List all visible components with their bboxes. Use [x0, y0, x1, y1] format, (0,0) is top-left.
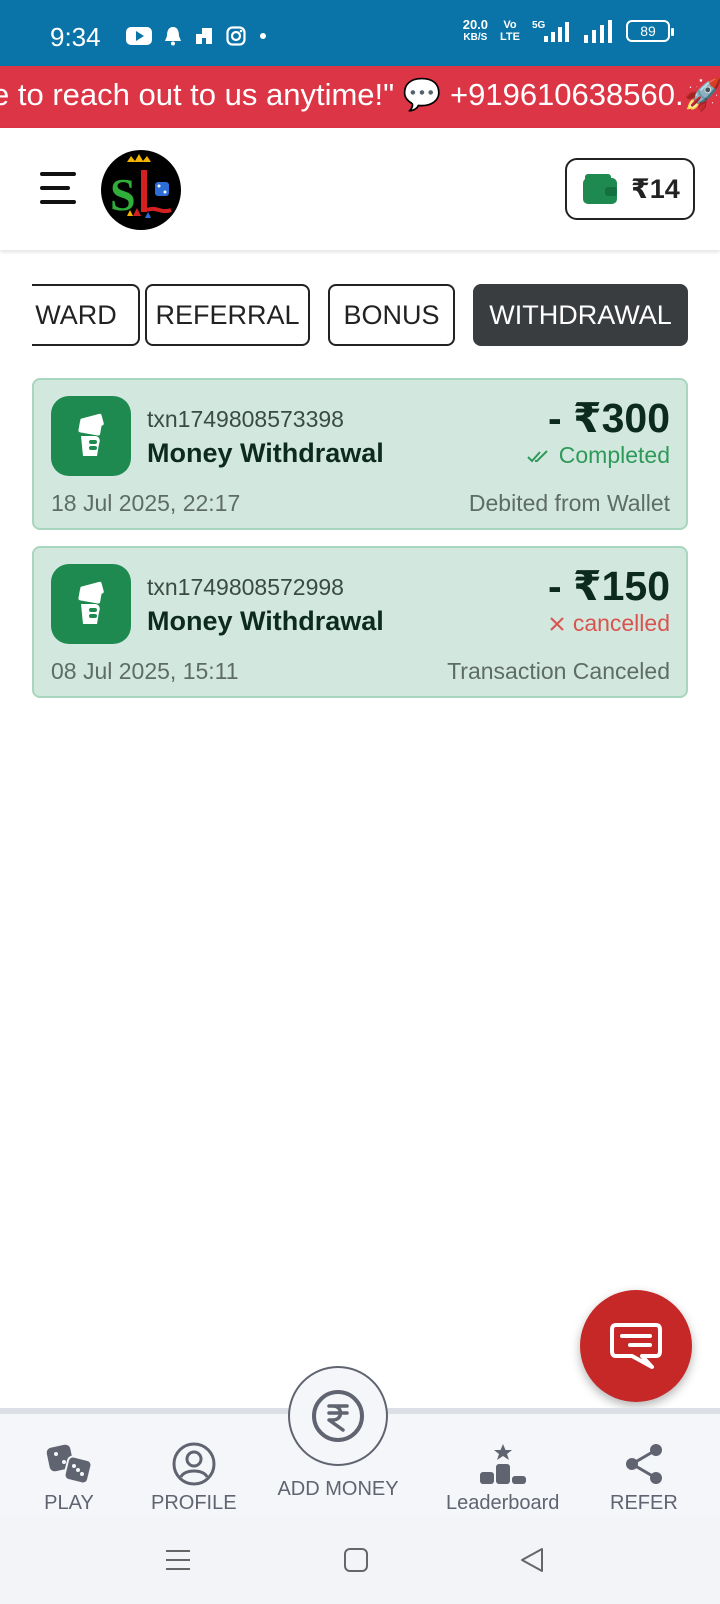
svg-text:5G: 5G: [532, 20, 546, 31]
nav-profile-label: PROFILE: [151, 1492, 237, 1514]
dice-icon: [46, 1444, 93, 1485]
transaction-status: Completed: [527, 442, 670, 469]
app-notification-icon: [196, 28, 212, 44]
transaction-date: 18 Jul 2025, 22:17: [51, 490, 241, 516]
nav-play[interactable]: PLAY: [44, 1442, 94, 1515]
status-label: cancelled: [572, 610, 670, 636]
chat-support-button[interactable]: [580, 1290, 692, 1402]
menu-line: [40, 186, 70, 190]
transaction-id: txn1749808573398: [147, 406, 344, 432]
nav-refer-label: REFER: [610, 1492, 678, 1514]
net-speed-value: 20.0: [462, 17, 489, 32]
transaction-date: 08 Jul 2025, 15:11: [51, 658, 239, 684]
leaderboard-icon: [479, 1444, 526, 1484]
net-speed-unit: KB/S: [463, 32, 488, 43]
banner-text: e to reach out to us anytime!" 💬 +919610…: [0, 77, 720, 112]
app-header: S ₹14: [0, 128, 720, 250]
transaction-amount: - ₹150: [548, 563, 670, 609]
transaction-id: txn1749808572998: [147, 574, 344, 600]
menu-button[interactable]: [40, 172, 76, 204]
nav-play-label: PLAY: [44, 1492, 94, 1514]
logo-graphic: S: [110, 154, 172, 220]
status-bar: 9:34 20.0 KB/S Vo LTE 5G 89: [0, 0, 720, 66]
tab-withdrawal[interactable]: WITHDRAWAL: [473, 284, 688, 346]
money-withdrawal-icon: [51, 564, 131, 644]
net-speed: 20.0 KB/S: [463, 18, 488, 44]
double-check-icon: [527, 449, 548, 462]
wallet-amount: ₹14: [631, 173, 680, 204]
signal-icon: [584, 20, 612, 43]
svg-text:S: S: [110, 169, 136, 220]
home-icon[interactable]: [342, 1546, 370, 1574]
transaction-title: Money Withdrawal: [147, 606, 384, 636]
transaction-note: Debited from Wallet: [468, 490, 670, 516]
transaction-card[interactable]: txn1749808572998 Money Withdrawal - ₹150…: [32, 546, 688, 698]
transaction-card[interactable]: txn1749808573398 Money Withdrawal - ₹300…: [32, 378, 688, 530]
back-icon[interactable]: [518, 1546, 546, 1574]
nav-profile[interactable]: PROFILE: [151, 1442, 237, 1515]
bell-icon: [165, 27, 181, 46]
system-navigation-bar: [0, 1516, 720, 1604]
add-money-button[interactable]: [288, 1366, 388, 1466]
volte-indicator: Vo LTE: [500, 19, 520, 43]
rupee-icon: [312, 1390, 364, 1442]
transaction-note: Transaction Canceled: [447, 658, 670, 684]
transaction-title: Money Withdrawal: [147, 438, 384, 468]
youtube-icon: [126, 27, 152, 45]
close-icon: [550, 616, 564, 631]
share-icon: [625, 1444, 662, 1484]
add-money-label: ADD MONEY: [277, 1478, 399, 1500]
menu-line: [40, 200, 76, 204]
menu-line: [40, 172, 76, 176]
transaction-status: cancelled: [549, 610, 670, 637]
tab-bonus[interactable]: BONUS: [328, 284, 455, 346]
app-logo[interactable]: S: [101, 150, 181, 230]
volte-bottom: LTE: [500, 31, 520, 43]
money-withdrawal-icon: [51, 396, 131, 476]
tab-referral[interactable]: REFERRAL: [145, 284, 310, 346]
profile-icon: [172, 1442, 216, 1486]
wallet-icon: [583, 174, 617, 204]
nav-leaderboard-label: Leaderboard: [446, 1492, 560, 1514]
dot-icon: [260, 33, 266, 39]
transaction-amount: - ₹300: [548, 395, 670, 441]
status-right: 20.0 KB/S Vo LTE 5G 89: [463, 18, 674, 44]
signal-5g-icon: 5G: [532, 20, 569, 42]
recent-apps-icon[interactable]: [164, 1546, 192, 1574]
nav-refer[interactable]: REFER: [610, 1442, 678, 1515]
tab-reward[interactable]: WARD: [32, 284, 140, 346]
status-time: 9:34: [50, 22, 101, 52]
instagram-icon: [226, 26, 246, 46]
wallet-balance-button[interactable]: ₹14: [565, 158, 695, 220]
nav-leaderboard[interactable]: Leaderboard: [446, 1442, 559, 1515]
announcement-banner: e to reach out to us anytime!" 💬 +919610…: [0, 66, 720, 128]
volte-top: Vo: [503, 19, 517, 31]
transaction-filter-tabs: WARD REFERRAL BONUS WITHDRAWAL: [32, 284, 688, 346]
status-label: Completed: [558, 442, 670, 468]
battery-indicator: 89: [626, 20, 674, 42]
chat-icon: [610, 1323, 662, 1369]
notification-icons: [126, 26, 268, 46]
